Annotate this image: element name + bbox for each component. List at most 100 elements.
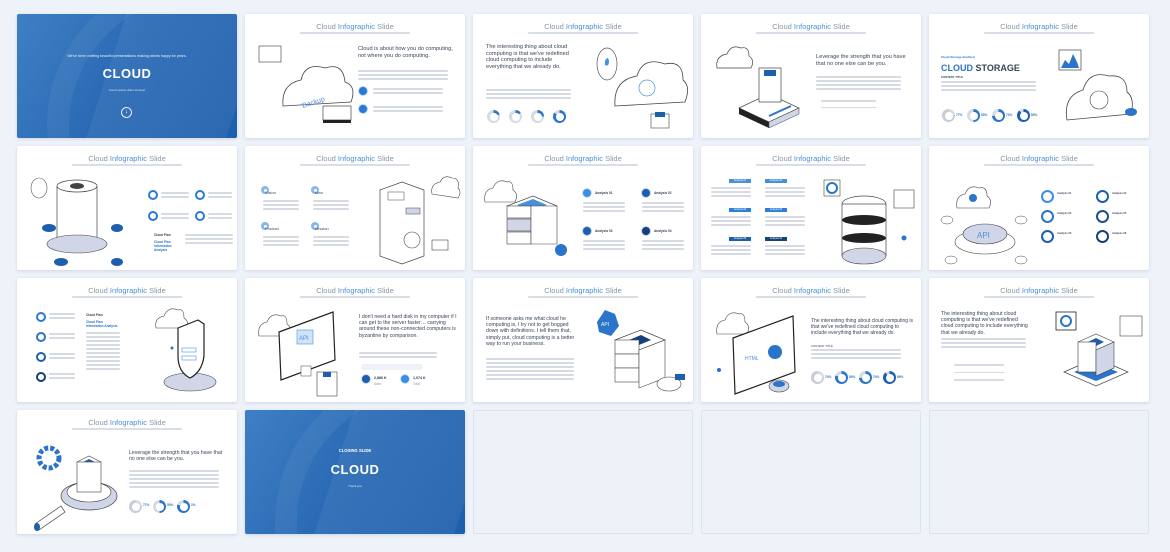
- slide-9[interactable]: Cloud Infographic Slide Analysis 01 Anal…: [701, 146, 921, 270]
- slide-6[interactable]: Cloud Infographic Slide Cloud Plan Cloud…: [17, 146, 237, 270]
- slide-12[interactable]: Cloud Infographic Slide API I don't need…: [245, 278, 465, 402]
- slide-4[interactable]: Cloud Infographic Slide Leverage the str…: [701, 14, 921, 138]
- analysis-tag: Analysis 02: [765, 179, 787, 183]
- body-text: [816, 76, 901, 92]
- slide-17-closing[interactable]: CLOSING SLIDE CLOUD Thank you: [245, 410, 465, 534]
- analysis-icon: [1041, 230, 1054, 243]
- progress-donut: [509, 110, 522, 123]
- checklist: [954, 364, 1004, 383]
- slide-3[interactable]: Cloud Infographic Slide The interesting …: [473, 14, 693, 138]
- slide-subtitle-line: [300, 32, 410, 34]
- body-text: [811, 349, 901, 361]
- progress-donut: [883, 371, 896, 384]
- slide-5[interactable]: Cloud Infographic Slide Cloud Storage An…: [929, 14, 1149, 138]
- info-pill: [361, 364, 423, 370]
- body-text: [941, 81, 1036, 93]
- slide-10[interactable]: Cloud Infographic Slide API Analysis 01 …: [929, 146, 1149, 270]
- percent-label: 50%: [167, 503, 174, 507]
- closing-subtext: Thank you: [347, 484, 362, 488]
- percent-label: 74%: [825, 375, 832, 379]
- svg-text:HTML: HTML: [745, 356, 759, 362]
- stat-label: Data: [374, 382, 381, 386]
- slide-subtitle-line: [756, 32, 866, 34]
- percent-label: 77%: [143, 503, 150, 507]
- magnifier-server-illustration: [34, 445, 118, 531]
- server-platform-illustration: [1055, 311, 1143, 387]
- slide-title: Cloud Infographic Slide: [772, 22, 850, 31]
- body-text: [486, 89, 571, 101]
- slide-16[interactable]: Cloud Infographic Slide Leverage the str…: [17, 410, 237, 534]
- slide-14[interactable]: Cloud Infographic Slide HTML The interes…: [701, 278, 921, 402]
- html-browser-illustration: HTML: [716, 312, 796, 395]
- item-label: Product: [265, 226, 279, 231]
- progress-donut: [942, 109, 955, 122]
- closing-tagline: CLOSING SLIDE: [338, 448, 372, 453]
- cloud-chip-illustration: [716, 46, 800, 129]
- slide-2[interactable]: Cloud Infographic Slide Backup Cloud is …: [245, 14, 465, 138]
- plan-info-label: Cloud Plan Information Analysis: [154, 240, 172, 252]
- slide-subtitle-line: [528, 32, 638, 34]
- empty-slide-placeholder: [929, 410, 1149, 534]
- body-text: [486, 358, 574, 382]
- body-text: [941, 338, 1026, 350]
- stat-value: 2,886 K: [374, 376, 387, 380]
- progress-donut: [177, 500, 190, 513]
- slide-headline: Leverage the strength that you have that…: [129, 450, 223, 463]
- analysis-tag: Analysis 06: [765, 237, 787, 241]
- progress-donut: [992, 109, 1005, 122]
- slide-15[interactable]: Cloud Infographic Slide The interesting …: [929, 278, 1149, 402]
- progress-donut: [553, 110, 566, 123]
- slide-headline: Cloud is about how you do computing, not…: [358, 46, 453, 59]
- feature-icon: [358, 104, 368, 114]
- slide-subtitle-line: [984, 32, 1094, 34]
- analysis-label: Analysis 04: [1112, 192, 1127, 195]
- slide-13[interactable]: Cloud Infographic Slide If someone asks …: [473, 278, 693, 402]
- percent-label: 80%: [849, 375, 856, 379]
- analysis-label: Analysis 02: [1057, 212, 1072, 215]
- server-stack-illustration: [484, 180, 567, 256]
- analysis-icon: [1041, 210, 1054, 223]
- slide-title: Cloud Infographic Slide: [88, 154, 166, 163]
- slide-1-cover[interactable]: We've been crafting beautiful presentati…: [17, 14, 237, 138]
- slide-11[interactable]: Cloud Infographic Slide Cloud Plan Cloud…: [17, 278, 237, 402]
- cloud-lock-key-illustration: [1058, 49, 1137, 121]
- analysis-label: Analysis 03: [595, 229, 613, 233]
- slide-subtitle-line: [72, 296, 182, 298]
- analysis-label: Analysis 01: [1057, 192, 1072, 195]
- slide-headline: If someone asks me what cloud he computi…: [486, 316, 575, 347]
- analysis-label: Analysis 02: [654, 191, 672, 195]
- analysis-icon: [1041, 190, 1054, 203]
- feature-icon: [148, 190, 158, 200]
- feature-icon: [195, 190, 205, 200]
- analysis-tag: Analysis 01: [729, 179, 751, 183]
- slide-title: Cloud Infographic Slide: [1000, 22, 1078, 31]
- percent-label: 74%: [873, 375, 880, 379]
- slide-headline: The interesting thing about cloud comput…: [486, 44, 569, 70]
- progress-donut: [153, 500, 166, 513]
- feature-icon: [195, 211, 205, 221]
- slide-title: Cloud Infographic Slide: [88, 418, 166, 427]
- analysis-label: Analysis 03: [1057, 232, 1072, 235]
- slide-title: Cloud Infographic Slide: [544, 154, 622, 163]
- percent-label: 50%: [981, 113, 988, 117]
- slide-7[interactable]: Cloud Infographic Slide Vision Idea Prod…: [245, 146, 465, 270]
- analysis-icon: [582, 226, 592, 236]
- slide-subtitle-line: [528, 164, 638, 166]
- slide-subtitle-line: [984, 164, 1094, 166]
- progress-donut: [531, 110, 544, 123]
- slide-8[interactable]: Cloud Infographic Slide Analysis 01 Anal…: [473, 146, 693, 270]
- percent-label: 1%: [191, 503, 196, 507]
- percent-label: 77%: [956, 113, 963, 117]
- item-label: Vision: [265, 190, 276, 195]
- plan-label: Cloud Plan: [86, 313, 103, 317]
- analysis-label: Analysis 04: [654, 229, 672, 233]
- svg-text:API: API: [299, 336, 309, 342]
- slide-title: Cloud Infographic Slide: [1000, 154, 1078, 163]
- slide-headline: The interesting thing about cloud comput…: [941, 311, 1028, 336]
- analysis-label: Analysis 05: [1112, 212, 1127, 215]
- slide-title: Cloud Infographic Slide: [88, 286, 166, 295]
- empty-slide-placeholder: [701, 410, 921, 534]
- cover-title: CLOUD: [102, 66, 152, 81]
- slide-subtitle-line: [756, 296, 866, 298]
- analysis-icon: [1096, 210, 1109, 223]
